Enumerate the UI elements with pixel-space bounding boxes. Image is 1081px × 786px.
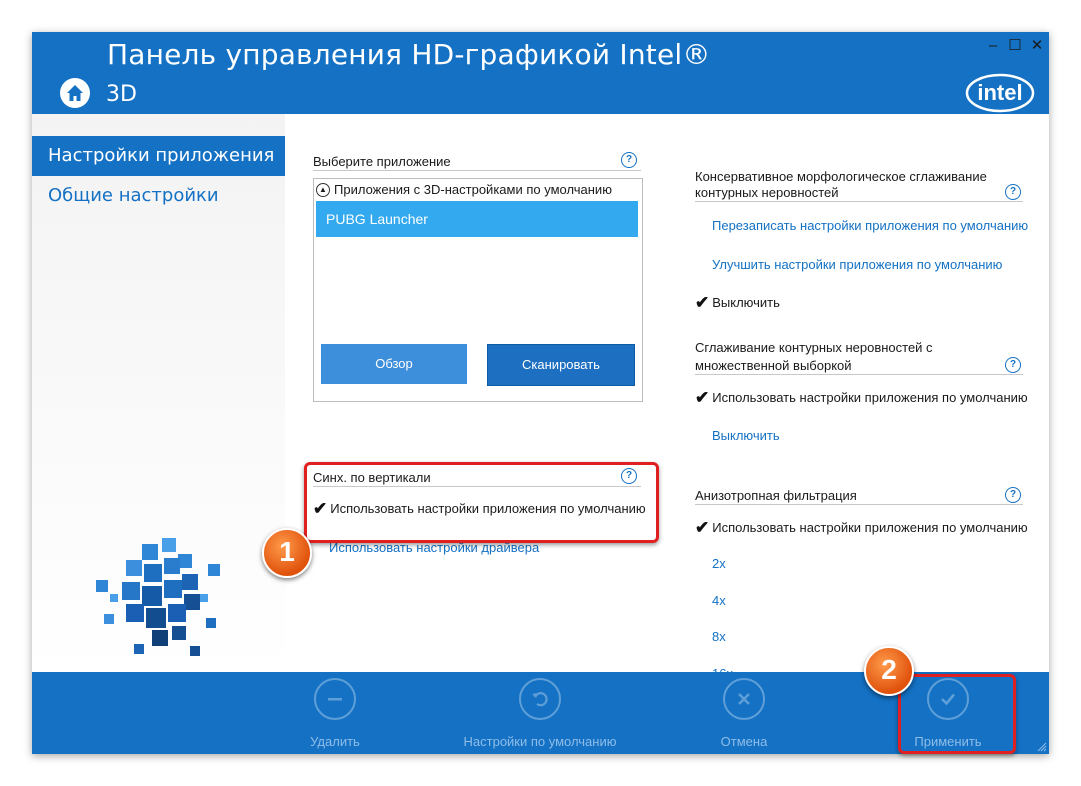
divider bbox=[695, 504, 1023, 505]
sidebar-item-app-settings[interactable]: Настройки приложения bbox=[32, 136, 285, 176]
cube-icon bbox=[96, 538, 220, 656]
aniso-label: Анизотропная фильтрация bbox=[695, 488, 857, 503]
cmaa-label-1: Консервативное морфологическое сглаживан… bbox=[695, 169, 987, 184]
app-group-label: Приложения с 3D-настройками по умолчанию bbox=[334, 182, 612, 197]
section-title: 3D bbox=[106, 82, 137, 107]
divider bbox=[695, 201, 1023, 202]
help-icon[interactable]: ? bbox=[1005, 184, 1021, 200]
callout-badge-1: 1 bbox=[262, 528, 312, 578]
msaa-option-off[interactable]: Выключить bbox=[712, 428, 780, 443]
msaa-label-1: Сглаживание контурных неровностей с bbox=[695, 340, 933, 355]
app-select-label: Выберите приложение bbox=[313, 154, 451, 169]
close-icon bbox=[723, 678, 765, 720]
home-icon bbox=[67, 85, 83, 101]
check-icon: ✔ bbox=[695, 518, 710, 537]
divider bbox=[695, 374, 1023, 375]
msaa-label-2: множественной выборкой bbox=[695, 358, 852, 373]
msaa-option-app-label: Использовать настройки приложения по умо… bbox=[712, 390, 1028, 405]
check-icon: ✔ bbox=[695, 388, 710, 407]
help-icon[interactable]: ? bbox=[1005, 487, 1021, 503]
defaults-button[interactable]: Настройки по умолчанию bbox=[445, 678, 635, 749]
aniso-option-2x[interactable]: 2x bbox=[712, 556, 726, 571]
list-item-selected-app[interactable]: PUBG Launcher bbox=[316, 201, 638, 237]
browse-button[interactable]: Обзор bbox=[321, 344, 467, 384]
callout-box-1 bbox=[304, 462, 659, 543]
chevron-up-icon: ▲ bbox=[316, 182, 330, 197]
cmaa-label-2: контурных неровностей bbox=[695, 185, 839, 200]
cmaa-option-enhance[interactable]: Улучшить настройки приложения по умолчан… bbox=[712, 257, 1002, 272]
help-icon[interactable]: ? bbox=[1005, 357, 1021, 373]
cmaa-option-off[interactable]: ✔ Выключить bbox=[695, 294, 780, 311]
callout-box-2 bbox=[898, 674, 1016, 754]
app-group-header[interactable]: ▲ Приложения с 3D-настройками по умолчан… bbox=[316, 182, 612, 197]
aniso-option-8x[interactable]: 8x bbox=[712, 629, 726, 644]
msaa-option-app[interactable]: ✔ Использовать настройки приложения по у… bbox=[695, 389, 1028, 406]
delete-label: Удалить bbox=[310, 734, 360, 749]
sidebar-item-general-settings[interactable]: Общие настройки bbox=[32, 176, 285, 216]
window-controls: – ☐ ✕ bbox=[987, 37, 1044, 55]
aniso-option-app-label: Использовать настройки приложения по умо… bbox=[712, 520, 1028, 535]
help-icon[interactable]: ? bbox=[621, 152, 637, 168]
main-content: Выберите приложение ? ▲ Приложения с 3D-… bbox=[285, 114, 1049, 681]
maximize-button[interactable]: ☐ bbox=[1008, 37, 1021, 54]
reset-icon bbox=[519, 678, 561, 720]
delete-button[interactable]: Удалить bbox=[240, 678, 430, 749]
cmaa-option-off-label: Выключить bbox=[712, 295, 780, 310]
minimize-button[interactable]: – bbox=[987, 37, 999, 54]
app-window: Панель управления HD-графикой Intel® – ☐… bbox=[32, 32, 1049, 754]
cmaa-option-override[interactable]: Перезаписать настройки приложения по умо… bbox=[712, 218, 1028, 233]
cancel-button[interactable]: Отмена bbox=[649, 678, 839, 749]
svg-text:intel: intel bbox=[977, 80, 1022, 105]
scan-button[interactable]: Сканировать bbox=[487, 344, 635, 386]
cancel-label: Отмена bbox=[720, 734, 768, 749]
defaults-label: Настройки по умолчанию bbox=[463, 734, 617, 749]
resize-grip-icon[interactable] bbox=[1037, 742, 1047, 752]
sidebar: Настройки приложения Общие настройки bbox=[32, 114, 285, 672]
window-title: Панель управления HD-графикой Intel® bbox=[107, 38, 711, 71]
check-icon: ✔ bbox=[695, 293, 710, 312]
home-button[interactable] bbox=[60, 78, 90, 108]
minus-icon bbox=[314, 678, 356, 720]
intel-logo: intel bbox=[965, 73, 1035, 113]
aniso-option-app[interactable]: ✔ Использовать настройки приложения по у… bbox=[695, 519, 1028, 536]
close-window-button[interactable]: ✕ bbox=[1031, 37, 1044, 54]
callout-badge-2: 2 bbox=[864, 646, 914, 696]
divider bbox=[313, 170, 641, 171]
aniso-option-4x[interactable]: 4x bbox=[712, 593, 726, 608]
